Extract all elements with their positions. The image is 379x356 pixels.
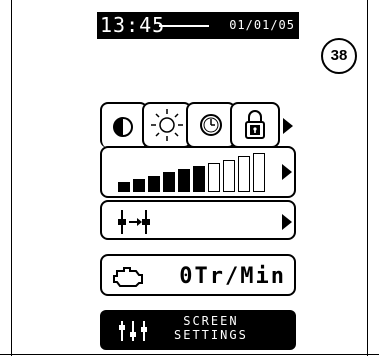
date-display: 01/01/05 — [229, 18, 295, 32]
brightness-bars — [118, 152, 268, 192]
contrast-icon — [113, 117, 133, 137]
clock-time: 13:45 — [100, 13, 166, 37]
screen-settings-line1: SCREEN — [183, 314, 239, 328]
frame-left-line — [11, 0, 12, 356]
page-number-badge: 38 — [321, 38, 357, 74]
brightness-bar — [178, 169, 190, 192]
tab-brightness[interactable] — [142, 102, 192, 148]
tabs-next-arrow-icon[interactable] — [283, 118, 293, 134]
status-divider — [159, 25, 209, 27]
tab-contrast[interactable] — [100, 102, 148, 148]
brightness-bar — [163, 172, 175, 192]
brightness-next-arrow-icon[interactable] — [282, 164, 292, 180]
adjust-next-arrow-icon[interactable] — [282, 214, 292, 230]
screen-settings-button[interactable]: SCREEN SETTINGS — [100, 310, 296, 350]
clock-icon — [200, 114, 222, 136]
adjust-panel[interactable] — [100, 200, 296, 240]
status-bar: 13:45 01/01/05 — [97, 12, 299, 39]
screen-settings-line2: SETTINGS — [174, 328, 248, 342]
tab-clock[interactable] — [186, 102, 236, 148]
brightness-bar — [238, 156, 250, 192]
brightness-icon — [151, 109, 183, 141]
brightness-bar — [148, 175, 160, 192]
brightness-bar — [253, 153, 265, 192]
brightness-bar — [223, 159, 235, 192]
lock-icon — [245, 110, 265, 139]
frame-bottom-line — [0, 354, 379, 355]
screen-settings-label: SCREEN SETTINGS — [174, 314, 248, 342]
brightness-bar — [118, 182, 130, 192]
settings-sliders-icon — [119, 321, 147, 341]
adjust-icon — [118, 210, 150, 234]
engine-rpm-panel: 0Tr/Min — [100, 254, 296, 296]
engine-rpm-value: 0Tr/Min — [179, 264, 286, 289]
brightness-bar — [193, 166, 205, 192]
brightness-bar — [133, 178, 145, 192]
brightness-level-panel[interactable] — [100, 146, 296, 198]
engine-icon — [113, 267, 143, 287]
frame-right-line — [367, 0, 368, 356]
tab-lock[interactable] — [230, 102, 280, 148]
brightness-bar — [208, 162, 220, 192]
